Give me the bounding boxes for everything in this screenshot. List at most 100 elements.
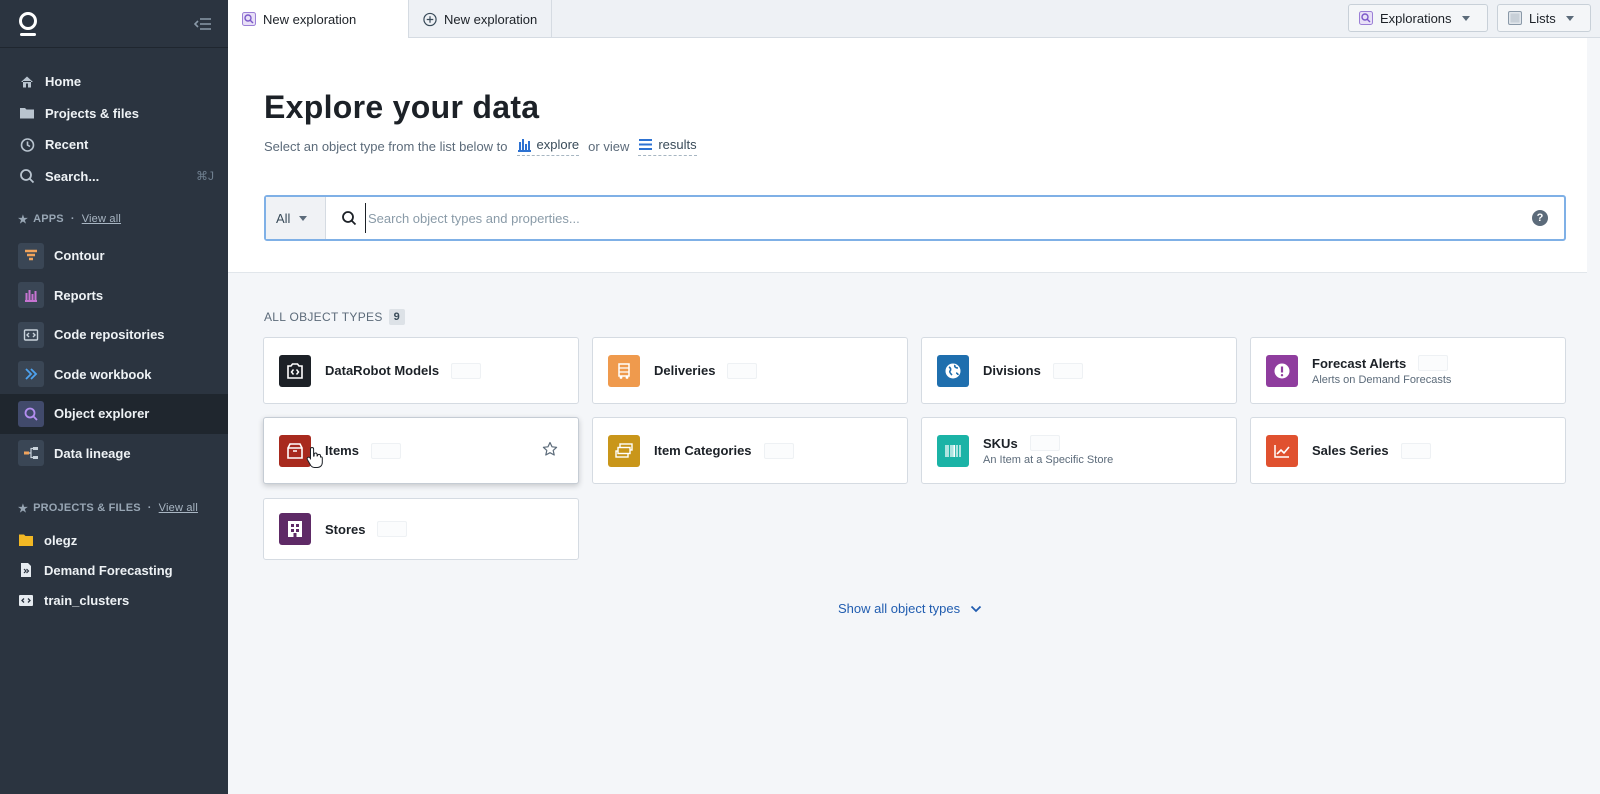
nav-label: Recent <box>45 137 89 153</box>
nav-projects-files[interactable]: Projects & files <box>0 98 228 130</box>
building-icon <box>279 513 311 545</box>
lists-dropdown[interactable]: Lists <box>1497 4 1591 32</box>
card-description: Alerts on Demand Forecasts <box>1312 374 1452 386</box>
project-label: train_clusters <box>44 592 130 608</box>
history-icon <box>18 136 36 154</box>
reports-icon <box>18 282 44 309</box>
nav-label: Search... <box>45 168 100 184</box>
star-outline-icon[interactable] <box>542 441 558 462</box>
apps-view-all-link[interactable]: View all <box>82 213 121 225</box>
object-card-stores[interactable]: Stores <box>263 498 579 560</box>
search-scope-select[interactable]: All <box>266 197 326 239</box>
object-card-forecast-alerts[interactable]: Forecast Alerts Alerts on Demand Forecas… <box>1250 337 1566 404</box>
help-icon[interactable]: ? <box>1532 210 1548 226</box>
object-card-divisions[interactable]: Divisions <box>921 337 1237 404</box>
results-label: results <box>658 137 697 152</box>
collapse-sidebar-icon[interactable] <box>193 17 212 31</box>
star-icon: ★ <box>18 213 29 226</box>
nav-search[interactable]: Search... ⌘J <box>0 161 228 193</box>
tab-new-exploration-add[interactable]: New exploration <box>409 0 552 38</box>
app-label: Code repositories <box>54 327 165 343</box>
folder-icon <box>18 104 36 122</box>
explorer-icon <box>1359 11 1373 25</box>
page-subtitle: Select an object type from the list belo… <box>264 137 706 156</box>
subtitle-text: Select an object type from the list belo… <box>264 139 508 154</box>
projects-view-all-link[interactable]: View all <box>159 502 198 514</box>
palantir-logo[interactable] <box>18 10 38 38</box>
contour-icon <box>18 242 44 269</box>
app-label: Object explorer <box>54 406 150 422</box>
page-title: Explore your data <box>264 89 540 125</box>
primary-nav: Home Projects & files Recent Search... ⌘… <box>0 48 228 192</box>
apps-section-header: ★ APPS · View all <box>18 213 122 226</box>
search-shortcut: ⌘J <box>196 169 214 184</box>
nav-home[interactable]: Home <box>0 66 228 98</box>
object-card-item-categories[interactable]: Item Categories <box>592 417 908 484</box>
alert-icon <box>1266 354 1298 387</box>
tab-bar: New exploration New exploration Explorat… <box>228 0 1600 38</box>
object-card-skus[interactable]: SKUs An Item at a Specific Store <box>921 417 1237 484</box>
object-card-sales-series[interactable]: Sales Series <box>1250 417 1566 484</box>
app-contour[interactable]: Contour <box>0 236 228 276</box>
list-icon <box>1508 11 1522 25</box>
object-card-datarobot-models[interactable]: DataRobot Models <box>263 337 579 404</box>
project-demand-forecasting[interactable]: Demand Forecasting <box>0 555 228 585</box>
card-title: DataRobot Models <box>325 363 440 378</box>
projects-header-label: PROJECTS & FILES <box>33 502 141 514</box>
card-title: Deliveries <box>654 363 716 378</box>
code-workbook-file-icon <box>18 562 34 578</box>
datarobot-icon <box>279 354 311 387</box>
explore-header: Explore your data Select an object type … <box>228 38 1587 273</box>
app-code-repositories[interactable]: Code repositories <box>0 315 228 355</box>
project-train-clusters[interactable]: train_clusters <box>0 585 228 615</box>
code-repository-file-icon <box>18 592 34 608</box>
chevron-down-icon <box>299 215 308 221</box>
explorations-label: Explorations <box>1380 10 1452 26</box>
tab-label: New exploration <box>444 11 538 27</box>
object-types-header: ALL OBJECT TYPES 9 <box>264 309 406 325</box>
app-label: Data lineage <box>54 445 131 461</box>
explorations-dropdown[interactable]: Explorations <box>1348 4 1488 32</box>
app-label: Reports <box>54 287 104 303</box>
explore-link[interactable]: explore <box>516 137 580 156</box>
card-title: Item Categories <box>654 443 752 458</box>
app-data-lineage[interactable]: Data lineage <box>0 434 228 474</box>
object-types-count-badge: 9 <box>388 309 406 325</box>
card-title: Divisions <box>983 363 1041 378</box>
card-description: An Item at a Specific Store <box>983 454 1114 466</box>
code-repositories-icon <box>18 321 44 348</box>
show-all-object-types-button[interactable]: Show all object types <box>838 601 982 616</box>
nav-label: Projects & files <box>45 105 139 121</box>
search-icon <box>18 167 36 185</box>
search-icon <box>341 210 357 226</box>
home-icon <box>18 73 36 91</box>
projects-section-header: ★ PROJECTS & FILES · View all <box>18 502 198 515</box>
project-label: olegz <box>44 532 78 548</box>
or-view-text: or view <box>588 139 630 154</box>
app-reports[interactable]: Reports <box>0 276 228 316</box>
object-types-title: ALL OBJECT TYPES <box>264 310 383 324</box>
search-input[interactable] <box>365 203 1532 233</box>
app-code-workbook[interactable]: Code workbook <box>0 355 228 395</box>
categories-icon <box>608 434 640 467</box>
globe-icon <box>937 354 969 387</box>
deliveries-icon <box>608 354 640 387</box>
sidebar: Home Projects & files Recent Search... ⌘… <box>0 0 228 794</box>
results-link[interactable]: results <box>638 137 697 156</box>
nav-recent[interactable]: Recent <box>0 129 228 161</box>
add-circle-icon <box>423 12 437 26</box>
show-all-label: Show all object types <box>838 601 961 616</box>
explorer-icon <box>242 12 256 26</box>
chevron-down-icon <box>1565 15 1574 21</box>
hand-pointer-cursor <box>306 446 323 468</box>
nav-label: Home <box>45 74 82 90</box>
sidebar-header <box>0 0 228 48</box>
app-label: Contour <box>54 248 105 264</box>
barcode-icon <box>937 434 969 467</box>
card-title: Forecast Alerts <box>1312 355 1407 371</box>
tab-new-exploration-active[interactable]: New exploration <box>228 0 409 38</box>
app-object-explorer[interactable]: Object explorer <box>0 394 228 434</box>
code-workbook-icon <box>18 361 44 388</box>
object-card-deliveries[interactable]: Deliveries <box>592 337 908 404</box>
project-olegz[interactable]: olegz <box>0 525 228 555</box>
